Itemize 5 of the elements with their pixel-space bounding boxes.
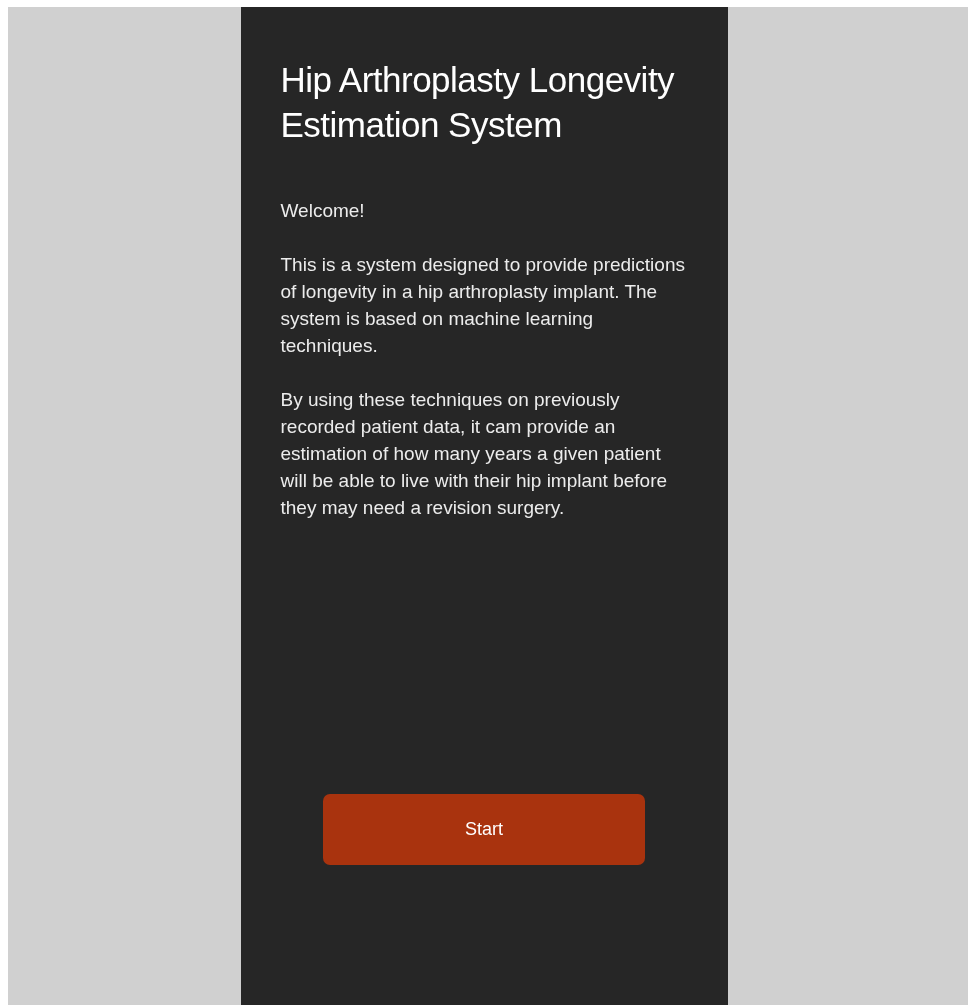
- page-title: Hip Arthroplasty Longevity Estimation System: [280, 59, 676, 146]
- paragraph: This is a system designed to provide predictions of longevity in a hip arthroplasty implant. The system is based on machine learning techniques.: [280, 253, 686, 358]
- start-button[interactable]: Start: [323, 794, 645, 865]
- paragraph: Welcome!: [280, 199, 366, 223]
- paragraph: By using these techniques on previously recorded patient data, it cam provide an estimation of how many years a given patient will be able to live with their hip implant before they may need a revision surgery.: [280, 388, 669, 520]
